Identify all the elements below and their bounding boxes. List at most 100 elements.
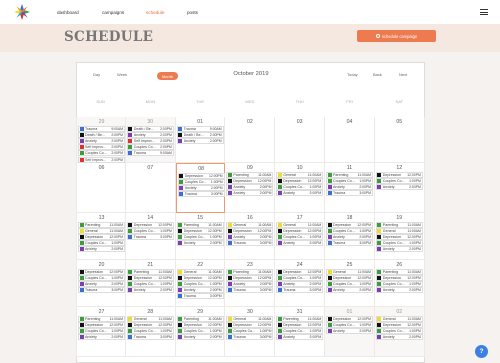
event-item[interactable]: Anxiety 2:00PM bbox=[375, 287, 423, 294]
event-item[interactable]: General 11:00AM bbox=[276, 222, 324, 228]
event-item[interactable]: Anxiety 2:00PM bbox=[176, 287, 224, 294]
day-cell[interactable]: 03 bbox=[275, 117, 325, 163]
event-item[interactable]: Parenting 11:00AM bbox=[375, 222, 423, 228]
day-cell[interactable]: 25 General 11:00AM Depression 12:00PM Couples… bbox=[325, 260, 375, 307]
day-cell[interactable]: 28 General 11:00AM Depression 12:00PM Couples… bbox=[125, 307, 176, 357]
event-item[interactable]: Anxiety 2:00PM bbox=[326, 328, 373, 335]
event-item[interactable]: Depression 12:00PM bbox=[78, 322, 125, 329]
event-item[interactable]: Death / Be... 2:00PM bbox=[78, 132, 125, 139]
event-item[interactable]: Couples Co... 1:00PM bbox=[78, 275, 125, 282]
event-item[interactable]: Depression 12:00PM bbox=[276, 269, 324, 275]
event-item[interactable]: Anxiety 2:00PM bbox=[78, 281, 125, 288]
event-item[interactable]: Couples Co... 1:00PM bbox=[326, 281, 373, 288]
event-item[interactable]: General 11:00AM bbox=[375, 316, 423, 322]
event-item[interactable]: Anxiety 2:00PM bbox=[276, 281, 324, 288]
event-item[interactable]: Trauma 9:00AM bbox=[176, 126, 224, 132]
event-item[interactable]: Couples Co... 1:00PM bbox=[375, 281, 423, 288]
event-item[interactable]: Parenting 11:00AM bbox=[78, 316, 125, 322]
event-item[interactable]: Depression 12:00PM bbox=[176, 275, 224, 282]
event-item[interactable]: Trauma 3:00PM bbox=[177, 191, 225, 198]
event-item[interactable]: Self Improv... 2:00PM bbox=[126, 138, 174, 145]
event-item[interactable]: General 11:00AM bbox=[326, 269, 373, 275]
day-cell[interactable]: 30 Death / Be... 2:00PM Anxiety 2:00PM Self I… bbox=[125, 117, 176, 163]
day-cell[interactable]: 02 General 11:00AM Depression 12:00PM Couples… bbox=[374, 307, 425, 357]
event-item[interactable]: Couples Co... 1:00PM bbox=[177, 179, 225, 186]
event-item[interactable]: Depression 12:00PM bbox=[375, 275, 423, 282]
event-item[interactable]: Parenting 11:00AM bbox=[176, 316, 224, 322]
event-item[interactable]: Couples Co... 2:00PM bbox=[78, 150, 125, 157]
event-item[interactable]: Couples Co... 1:00PM bbox=[276, 275, 324, 282]
event-item[interactable]: General 11:00AM bbox=[226, 222, 274, 228]
event-item[interactable]: Trauma 9:00AM bbox=[78, 126, 125, 132]
day-cell[interactable]: 27 Parenting 11:00AM Depression 12:00PM Coupl… bbox=[76, 307, 126, 357]
day-cell[interactable]: 31 Parenting 11:00AM Depression 12:00PM Coupl… bbox=[275, 307, 325, 357]
day-cell[interactable]: 29 Parenting 11:00AM Depression 12:00PM Coupl… bbox=[175, 307, 226, 357]
event-item[interactable]: Anxiety 2:00PM bbox=[375, 184, 423, 191]
event-item[interactable]: Parenting 11:00AM bbox=[375, 269, 423, 275]
day-cell[interactable]: 21 Parenting 11:00AM Depression 12:00PM Coupl… bbox=[125, 260, 176, 307]
event-item[interactable]: Depression 12:00PM bbox=[177, 173, 225, 179]
day-cell[interactable]: 10 General 11:00AM Depression 12:00PM Couples… bbox=[275, 163, 325, 213]
menu-icon[interactable] bbox=[480, 9, 488, 15]
event-item[interactable]: Depression 12:00PM bbox=[78, 269, 125, 275]
event-item[interactable]: Self Improv... 2:00PM bbox=[78, 144, 125, 151]
day-cell[interactable]: 11 Parenting 11:00AM Couples Co... 1:00PM Anx… bbox=[325, 163, 375, 213]
event-item[interactable]: Depression 12:00PM bbox=[226, 275, 274, 282]
event-item[interactable]: Anxiety 2:00PM bbox=[78, 246, 125, 253]
schedule-campaign-button[interactable]: schedule campaign bbox=[357, 30, 436, 42]
event-item[interactable]: Couples Co... 2:00PM bbox=[126, 144, 174, 151]
day-cell[interactable]: 09 Parenting 11:00AM Depression 12:00PM Anxie… bbox=[225, 163, 276, 213]
event-item[interactable]: Couples Co... 1:00PM bbox=[126, 281, 174, 288]
event-item[interactable]: Anxiety 2:00PM bbox=[78, 138, 125, 145]
event-item[interactable]: Anxiety 2:00PM bbox=[176, 334, 224, 341]
event-item[interactable]: Depression 12:00PM bbox=[326, 275, 373, 282]
day-cell[interactable]: 30 General 11:00AM Depression 12:00PM Couples… bbox=[225, 307, 276, 357]
event-item[interactable]: Depression 12:00PM bbox=[276, 322, 324, 329]
event-item[interactable]: Depression 12:00PM bbox=[226, 228, 274, 235]
day-cell[interactable]: 23 Parenting 11:00AM Depression 12:00PM Anxie… bbox=[225, 260, 276, 307]
event-item[interactable]: Trauma 3:00PM bbox=[226, 240, 274, 247]
event-item[interactable]: Anxiety 2:00PM bbox=[226, 234, 274, 241]
day-cell[interactable]: 01 Depression 12:00PM Couples Co... 1:00PM An… bbox=[325, 307, 375, 357]
event-item[interactable]: Parenting 11:00AM bbox=[126, 269, 174, 275]
event-item[interactable]: General 11:00AM bbox=[126, 316, 174, 322]
event-item[interactable]: Depression 12:00PM bbox=[375, 322, 423, 329]
event-item[interactable]: Couples Co... 1:00PM bbox=[276, 328, 324, 335]
event-item[interactable]: Anxiety 2:00PM bbox=[78, 334, 125, 341]
event-item[interactable]: Depression 12:00PM bbox=[226, 322, 274, 329]
event-item[interactable]: Trauma 3:00PM bbox=[176, 293, 224, 300]
event-item[interactable]: Couples Co... 1:00PM bbox=[126, 328, 174, 335]
day-cell[interactable]: 06 bbox=[76, 163, 126, 213]
event-item[interactable]: Death / Be... 2:00PM bbox=[126, 126, 174, 132]
event-item[interactable]: Depression 12:00PM bbox=[176, 322, 224, 329]
event-item[interactable]: Couples Co... 1:00PM bbox=[276, 234, 324, 241]
back-button[interactable]: Back bbox=[373, 72, 382, 77]
event-item[interactable]: Couples Co... 1:00PM bbox=[226, 328, 274, 335]
day-cell[interactable]: 01 Trauma 9:00AM Death / Be... 2:00PM Anxiety… bbox=[175, 117, 226, 163]
event-item[interactable]: Parenting 11:00AM bbox=[226, 172, 274, 178]
event-item[interactable]: Depression 12:00PM bbox=[126, 222, 174, 228]
event-item[interactable]: Trauma 3:00PM bbox=[276, 287, 324, 294]
event-item[interactable]: Depression 12:00PM bbox=[276, 178, 324, 185]
day-cell[interactable]: 13 Parenting 11:00AM General 11:00AM Depressi… bbox=[76, 213, 126, 260]
day-cell[interactable]: 24 Depression 12:00PM Couples Co... 1:00PM An… bbox=[275, 260, 325, 307]
day-cell[interactable]: 29 Trauma 9:00AM Death / Be... 2:00PM Anxiety… bbox=[76, 117, 126, 163]
event-item[interactable]: Trauma 9:00AM bbox=[126, 150, 174, 157]
event-item[interactable]: Anxiety 2:00PM bbox=[226, 281, 274, 288]
event-item[interactable]: Trauma 3:00PM bbox=[78, 287, 125, 294]
event-item[interactable]: Trauma 3:00PM bbox=[126, 334, 174, 341]
event-item[interactable]: Death / Be... 2:00PM bbox=[176, 132, 224, 139]
event-item[interactable]: Depression 12:00PM bbox=[276, 228, 324, 235]
day-cell[interactable]: 02 bbox=[225, 117, 276, 163]
event-item[interactable]: Anxiety 2:00PM bbox=[326, 234, 373, 241]
event-item[interactable]: Depression 12:00PM bbox=[326, 316, 373, 322]
day-cell[interactable]: 07 bbox=[125, 163, 176, 213]
next-button[interactable]: Next bbox=[399, 72, 407, 77]
event-item[interactable]: Anxiety 2:00PM bbox=[126, 132, 174, 139]
event-item[interactable]: Anxiety 2:00PM bbox=[176, 138, 224, 145]
event-item[interactable]: Trauma 3:00PM bbox=[126, 234, 174, 241]
event-item[interactable]: Anxiety 2:00PM bbox=[226, 184, 274, 191]
event-item[interactable]: Anxiety 2:00PM bbox=[226, 190, 274, 197]
day-cell[interactable]: 26 Parenting 11:00AM Depression 12:00PM Coupl… bbox=[374, 260, 425, 307]
event-item[interactable]: Couples Co... 1:00PM bbox=[176, 281, 224, 288]
